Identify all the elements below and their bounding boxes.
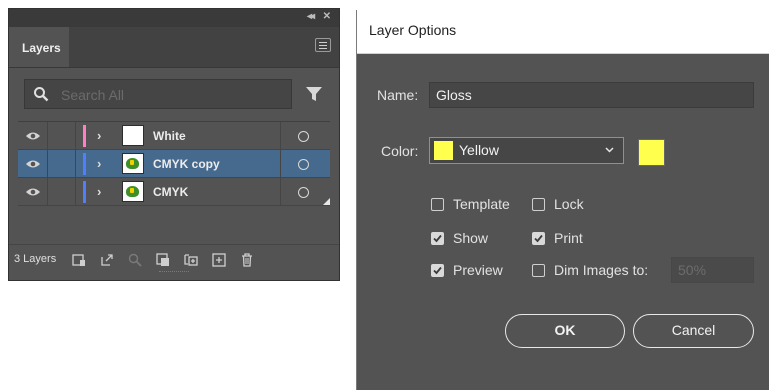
visibility-toggle[interactable] — [18, 150, 48, 177]
search-box — [24, 79, 292, 110]
locate-object-icon[interactable] — [127, 252, 143, 268]
selection-corner-marker — [323, 198, 330, 205]
dim-images-label: Dim Images to: — [554, 262, 649, 278]
color-swatch[interactable] — [638, 139, 665, 166]
target-icon[interactable] — [298, 131, 309, 142]
name-label: Name: — [377, 87, 419, 103]
template-checkbox[interactable] — [431, 198, 444, 211]
lock-toggle[interactable] — [48, 150, 76, 177]
dim-images-input[interactable] — [671, 257, 754, 283]
dim-images-checkbox[interactable] — [532, 264, 545, 277]
tab-layers[interactable]: Layers — [9, 27, 69, 67]
show-label: Show — [453, 230, 489, 246]
name-field[interactable] — [429, 82, 754, 108]
make-clipping-mask-icon[interactable] — [155, 252, 171, 268]
chevron-right-icon[interactable]: › — [97, 184, 101, 199]
layer-name: White — [153, 129, 186, 143]
checkmark-icon — [433, 234, 442, 243]
preview-checkbox[interactable] — [431, 264, 444, 277]
layer-count: 3 Layers — [14, 253, 57, 265]
layer-row[interactable]: › CMYK copy — [18, 150, 330, 178]
layer-list: › White › CMYK copy › CMYK — [18, 121, 330, 242]
layer-row[interactable]: › CMYK — [18, 178, 330, 206]
dialog-titlebar: Layer Options — [357, 10, 769, 54]
checkmark-icon — [433, 266, 442, 275]
create-sublayer-icon[interactable] — [183, 252, 199, 268]
filter-icon[interactable] — [305, 85, 323, 103]
layer-thumbnail — [122, 181, 144, 202]
panel-topbar: ◂◂ ✕ — [9, 9, 339, 27]
collect-for-export-icon[interactable] — [71, 252, 87, 268]
layer-name: CMYK copy — [153, 157, 220, 171]
panel-resize-grip[interactable] — [159, 271, 189, 275]
panel-tab-row: Layers — [9, 27, 339, 68]
layer-thumbnail — [122, 125, 144, 146]
color-select-value: Yellow — [459, 142, 499, 158]
trash-icon[interactable] — [239, 252, 255, 268]
export-icon[interactable] — [99, 252, 115, 268]
eye-icon — [26, 132, 40, 140]
layer-name: CMYK — [153, 185, 189, 199]
panel-menu-icon[interactable] — [315, 38, 331, 52]
layer-row[interactable]: › White — [18, 122, 330, 150]
layers-panel: ◂◂ ✕ Layers › White › CMYK copy › CMYK 3 Laye… — [8, 8, 340, 281]
layer-options-dialog: Layer Options Name: Color: Yellow Templa… — [356, 10, 769, 390]
target-icon[interactable] — [298, 187, 309, 198]
column-divider — [280, 122, 281, 149]
layer-color-bar — [83, 181, 86, 203]
column-divider — [280, 150, 281, 177]
search-icon — [34, 87, 49, 102]
search-input[interactable] — [59, 80, 288, 110]
show-checkbox[interactable] — [431, 232, 444, 245]
ok-button[interactable]: OK — [505, 314, 625, 348]
target-icon[interactable] — [298, 159, 309, 170]
template-label: Template — [453, 196, 510, 212]
layer-color-bar — [83, 125, 86, 147]
color-select[interactable]: Yellow — [429, 137, 624, 164]
thumbnail-art — [126, 158, 139, 169]
chevron-down-icon — [605, 147, 614, 153]
dialog-title: Layer Options — [369, 22, 457, 38]
lock-checkbox[interactable] — [532, 198, 545, 211]
chevron-right-icon[interactable]: › — [97, 156, 101, 171]
chevron-right-icon[interactable]: › — [97, 128, 101, 143]
layer-thumbnail — [122, 153, 144, 174]
collapse-panel-icon[interactable]: ◂◂ — [307, 11, 315, 22]
color-select-chip — [434, 141, 453, 160]
color-label: Color: — [381, 143, 419, 159]
print-checkbox[interactable] — [532, 232, 545, 245]
column-divider — [280, 178, 281, 205]
cancel-button[interactable]: Cancel — [633, 314, 754, 348]
lock-label: Lock — [554, 196, 584, 212]
checkmark-icon — [534, 234, 543, 243]
thumbnail-art — [126, 186, 139, 197]
eye-icon — [26, 188, 40, 196]
close-panel-icon[interactable]: ✕ — [323, 11, 331, 22]
print-label: Print — [554, 230, 583, 246]
visibility-toggle[interactable] — [18, 178, 48, 205]
eye-icon — [26, 160, 40, 168]
lock-toggle[interactable] — [48, 122, 76, 149]
visibility-toggle[interactable] — [18, 122, 48, 149]
create-layer-icon[interactable] — [211, 252, 227, 268]
preview-label: Preview — [453, 262, 503, 278]
lock-toggle[interactable] — [48, 178, 76, 205]
layer-color-bar — [83, 153, 86, 175]
